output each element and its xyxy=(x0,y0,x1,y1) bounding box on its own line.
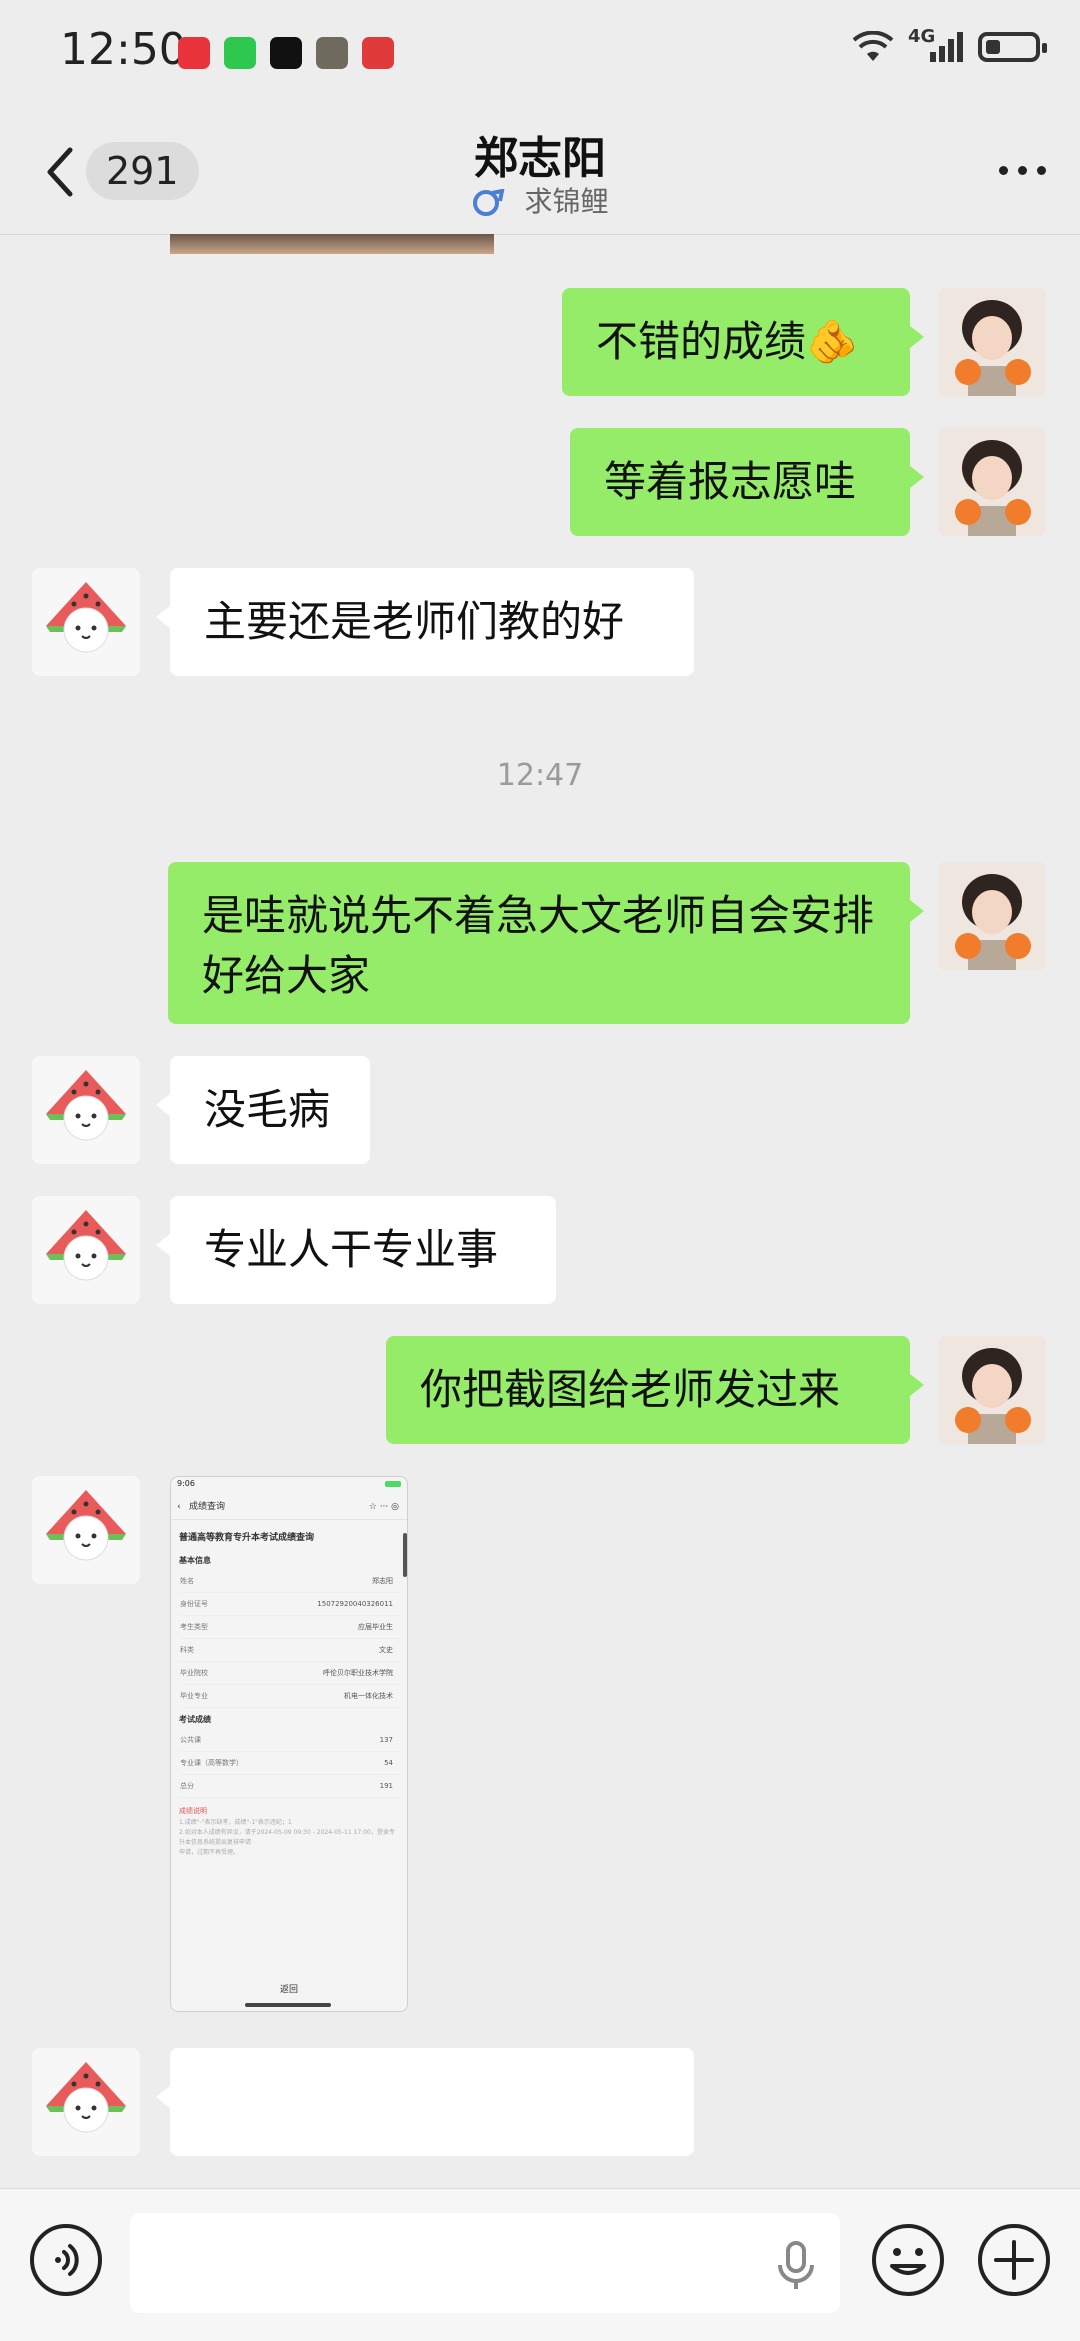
photo-app-icon xyxy=(316,37,348,69)
shot-status-time: 9:06 xyxy=(177,1479,195,1488)
message-bubble-incoming[interactable]: 没毛病 xyxy=(156,1056,370,1164)
shot-back-button: 返回 xyxy=(279,1985,298,1995)
shot-note-line: 申请，过期不再受理。 xyxy=(179,1849,240,1856)
shot-status-bar: 9:06 xyxy=(171,1477,407,1495)
shot-note-line: 2.如对本人成绩有异议，请于2024-05-09 09:30 - 2024-05… xyxy=(179,1829,395,1846)
table-row: 专业课（高等数学） 54 xyxy=(179,1751,401,1775)
table-row: 公共课 137 xyxy=(179,1729,401,1752)
my-avatar[interactable] xyxy=(938,1336,1046,1444)
emoji: 🫵 xyxy=(806,317,859,366)
status-bar: 12:50 4G xyxy=(0,0,1080,110)
voice-icon[interactable] xyxy=(28,2222,104,2298)
row-label: 考生类型 xyxy=(179,1615,238,1639)
shot-basic-table: 姓名 郑志阳 身份证号 15072920040326011 考生类型 应届毕业生 科类… xyxy=(179,1570,401,1708)
shot-scrollbar xyxy=(403,1533,407,1577)
message-bubble-incoming[interactable]: 主要还是老师们教的好 xyxy=(156,568,694,676)
shot-basic-section: 基本信息 xyxy=(179,1556,211,1565)
row-label: 公共课 xyxy=(179,1729,345,1752)
shot-note-line: 1.成绩"-"表示缺考，成绩"-1"表示违纪；1 xyxy=(179,1819,292,1826)
emoji-icon[interactable] xyxy=(870,2222,946,2298)
table-row: 总分 191 xyxy=(179,1774,401,1798)
wechat-icon xyxy=(224,37,256,69)
chat-title: 郑志阳 xyxy=(474,133,606,184)
message-text: 不错的成绩 xyxy=(596,317,807,366)
row-label: 总分 xyxy=(179,1774,345,1798)
table-row: 毕业院校 呼伦贝尔职业技术学院 xyxy=(179,1661,401,1685)
row-value: 应届毕业生 xyxy=(237,1615,401,1639)
capcut-icon xyxy=(270,37,302,69)
cellular-signal-icon: 4G xyxy=(908,26,964,64)
table-row: 毕业专业 机电一体化技术 xyxy=(179,1684,401,1708)
my-avatar[interactable] xyxy=(938,288,1046,396)
row-value: 191 xyxy=(344,1774,401,1798)
message-list[interactable]: 不错的成绩🫵 等着报志愿哇 主要还是老师们教的好 12:47 是哇就说先不着急大… xyxy=(0,234,1080,2188)
row-label: 毕业专业 xyxy=(179,1684,238,1708)
row-value: 郑志阳 xyxy=(237,1570,401,1593)
contact-avatar[interactable] xyxy=(32,1196,140,1304)
row-value: 54 xyxy=(344,1751,401,1775)
row-label: 身份证号 xyxy=(179,1592,238,1616)
chat-status: 求锦鲤 xyxy=(0,180,1080,220)
partial-image-message[interactable] xyxy=(170,234,494,254)
message-text: 主要还是老师们教的好 xyxy=(204,597,625,646)
contact-avatar[interactable] xyxy=(32,1056,140,1164)
notification-app-icon xyxy=(178,37,210,69)
shot-header: ‹ 成绩查询 ☆ ··· ◎ xyxy=(171,1495,407,1520)
row-value: 机电一体化技术 xyxy=(237,1684,401,1708)
wifi-icon xyxy=(852,31,894,61)
my-avatar[interactable] xyxy=(938,862,1046,970)
row-label: 姓名 xyxy=(179,1570,238,1593)
row-label: 专业课（高等数学） xyxy=(179,1751,345,1775)
message-input[interactable] xyxy=(130,2213,840,2313)
screenshot-image-message[interactable]: 9:06 ‹ 成绩查询 ☆ ··· ◎ 普通高等教育专升本考试成绩查询 基本信息… xyxy=(170,1476,408,2012)
shot-note-title: 成绩说明 xyxy=(179,1807,207,1815)
message-bubble-outgoing[interactable]: 等着报志愿哇 xyxy=(570,428,924,536)
shot-home-indicator xyxy=(245,2003,331,2007)
message-bubble-incoming[interactable]: 专业人干专业事 xyxy=(156,1196,556,1304)
chat-status-text: 求锦鲤 xyxy=(524,185,609,218)
row-value: 137 xyxy=(344,1729,401,1752)
message-text: 是哇就说先不着急大文老师自会安排好给大家 xyxy=(202,891,875,1000)
notification-app-icon xyxy=(362,37,394,69)
chat-header: 291 郑志阳 求锦鲤 xyxy=(0,110,1080,235)
shot-heading: 普通高等教育专升本考试成绩查询 xyxy=(179,1533,315,1543)
status-app-icons xyxy=(178,37,394,69)
status-time: 12:50 xyxy=(60,24,187,75)
row-label: 科类 xyxy=(179,1638,238,1662)
message-timestamp: 12:47 xyxy=(496,758,584,793)
message-text: 等着报志愿哇 xyxy=(604,457,857,506)
mic-icon[interactable] xyxy=(768,2237,824,2293)
message-bubble-incoming[interactable] xyxy=(156,2048,694,2156)
message-text: 没毛病 xyxy=(204,1085,331,1134)
shot-score-section: 考试成绩 xyxy=(179,1715,211,1724)
row-value: 15072920040326011 xyxy=(237,1592,401,1616)
more-icon[interactable] xyxy=(999,166,1046,175)
contact-avatar[interactable] xyxy=(32,2048,140,2156)
input-bar xyxy=(0,2188,1080,2341)
table-row: 身份证号 15072920040326011 xyxy=(179,1592,401,1616)
status-icon xyxy=(472,189,504,216)
row-label: 毕业院校 xyxy=(179,1661,238,1685)
table-row: 考生类型 应届毕业生 xyxy=(179,1615,401,1639)
battery-icon xyxy=(978,32,1047,62)
message-bubble-outgoing[interactable]: 不错的成绩🫵 xyxy=(562,288,924,396)
contact-avatar[interactable] xyxy=(32,568,140,676)
contact-avatar[interactable] xyxy=(32,1476,140,1584)
message-bubble-outgoing[interactable]: 你把截图给老师发过来 xyxy=(386,1336,924,1444)
table-row: 姓名 郑志阳 xyxy=(179,1570,401,1593)
message-text: 专业人干专业事 xyxy=(204,1225,499,1274)
shot-score-table: 公共课 137 专业课（高等数学） 54 总分 191 xyxy=(179,1729,401,1798)
row-value: 呼伦贝尔职业技术学院 xyxy=(237,1661,401,1685)
message-bubble-outgoing[interactable]: 是哇就说先不着急大文老师自会安排好给大家 xyxy=(168,862,924,1024)
my-avatar[interactable] xyxy=(938,428,1046,536)
message-text: 你把截图给老师发过来 xyxy=(420,1365,841,1414)
plus-icon[interactable] xyxy=(976,2222,1052,2298)
shot-page-title: 成绩查询 xyxy=(189,1502,226,1512)
row-value: 文史 xyxy=(237,1638,401,1662)
table-row: 科类 文史 xyxy=(179,1638,401,1662)
